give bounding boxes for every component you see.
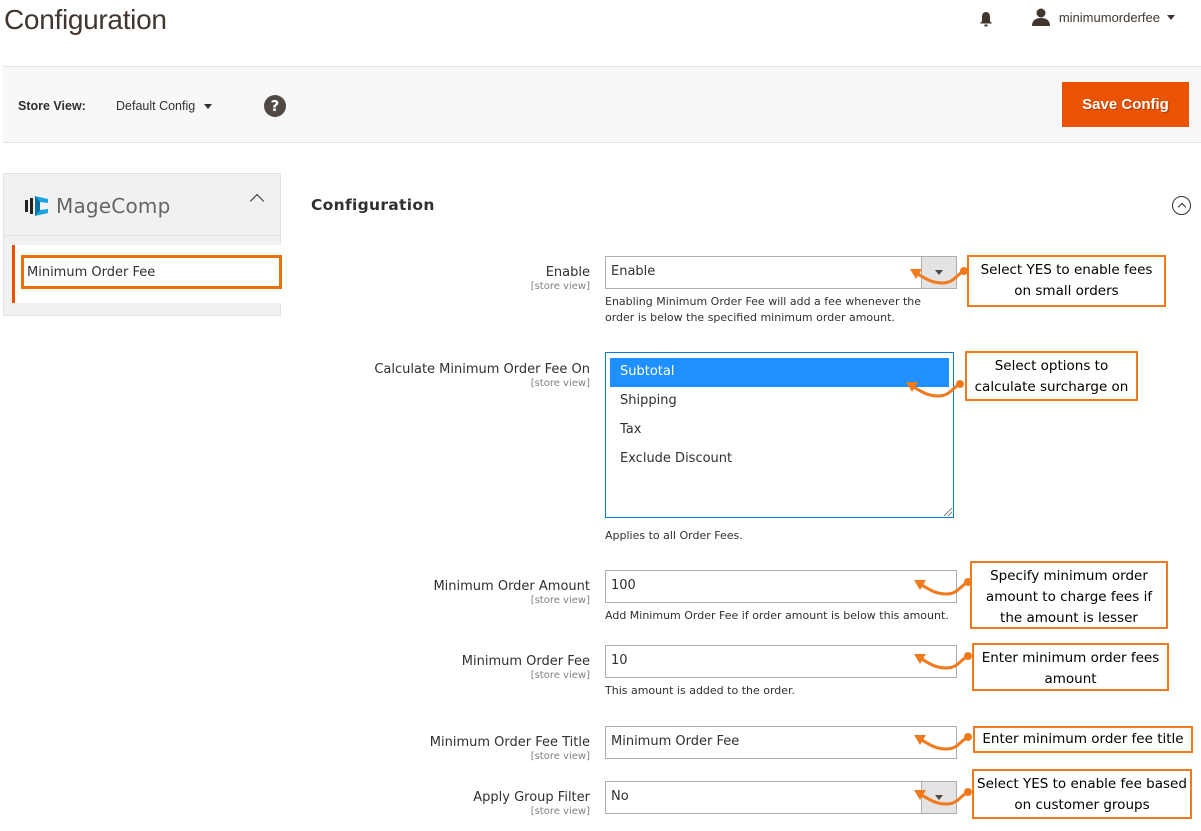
help-icon[interactable]: ? xyxy=(264,95,286,117)
minimum-order-amount-input[interactable]: 100 xyxy=(605,570,957,603)
input-value: 100 xyxy=(611,578,636,593)
user-menu-caret-icon[interactable] xyxy=(1167,14,1175,20)
annotation-line: Select YES to enable fee based xyxy=(977,776,1187,792)
scope-label: [store view] xyxy=(530,751,590,762)
fee-title-input[interactable]: Minimum Order Fee xyxy=(605,726,957,759)
annotation-arrow-icon xyxy=(914,578,972,596)
annotation-line: Select YES to enable fees xyxy=(980,262,1153,278)
annotation-fee-title: Enter minimum order fee title xyxy=(973,726,1193,753)
page-title: Configuration xyxy=(4,4,167,35)
field-label: Enable xyxy=(545,265,590,280)
scope-label: [store view] xyxy=(530,281,590,292)
annotation-min-fee: Enter minimum order fees amount xyxy=(972,643,1169,691)
store-view-value: Default Config xyxy=(116,99,196,113)
chevron-down-icon xyxy=(204,103,213,109)
apply-group-filter-select[interactable]: No xyxy=(605,781,957,814)
field-label: Minimum Order Fee xyxy=(461,654,590,669)
annotation-arrow-icon xyxy=(910,267,968,285)
note-line: This amount is added to the order. xyxy=(605,684,796,697)
scope-label: [store view] xyxy=(530,595,590,606)
enable-select[interactable]: Enable xyxy=(605,256,957,289)
sidebar-item-minimum-order-fee[interactable]: Minimum Order Fee xyxy=(21,255,282,289)
magecomp-logo-icon xyxy=(25,196,48,216)
annotation-arrow-icon xyxy=(914,733,972,751)
field-label: Minimum Order Amount xyxy=(433,579,590,594)
option-shipping[interactable]: Shipping xyxy=(610,387,949,416)
note-line: order is below the specified minimum ord… xyxy=(605,311,895,324)
field-label: Calculate Minimum Order Fee On xyxy=(374,362,590,377)
scope-label: [store view] xyxy=(530,670,590,681)
annotation-arrow-icon xyxy=(914,652,972,670)
field-label: Apply Group Filter xyxy=(473,790,590,805)
annotation-line: Select options to xyxy=(994,358,1109,374)
minimum-order-amount-label: Minimum Order Amount [store view] xyxy=(433,579,590,606)
annotation-calculate-on: Select options to calculate surcharge on xyxy=(965,351,1138,401)
annotation-line: Enter minimum order fees xyxy=(981,650,1160,666)
minimum-order-fee-input[interactable]: 10 xyxy=(605,645,957,678)
annotation-line: on small orders xyxy=(1014,283,1119,299)
annotation-line: the amount is lesser xyxy=(1000,610,1138,626)
input-value: Minimum Order Fee xyxy=(611,734,740,749)
annotation-min-amount: Specify minimum order amount to charge f… xyxy=(970,561,1168,629)
option-exclude-discount[interactable]: Exclude Discount xyxy=(610,445,949,474)
annotation-line: Specify minimum order xyxy=(990,568,1148,584)
enable-select-value: Enable xyxy=(611,264,656,279)
magecomp-logo: MageComp xyxy=(24,194,171,218)
user-icon xyxy=(1031,8,1050,26)
store-switcher-toolbar: Store View: Default Config ? Save Config xyxy=(3,66,1201,143)
option-subtotal[interactable]: Subtotal xyxy=(610,358,949,387)
resize-handle[interactable] xyxy=(944,508,952,516)
select-value: No xyxy=(611,789,629,804)
sidebar-active-marker: Minimum Order Fee xyxy=(12,245,282,303)
admin-username[interactable]: minimumorderfee xyxy=(1059,10,1160,25)
annotation-line: calculate surcharge on xyxy=(974,379,1129,395)
input-value: 10 xyxy=(611,653,628,668)
enable-label: Enable [store view] xyxy=(531,265,590,292)
store-view-label: Store View: xyxy=(18,99,86,113)
annotation-enable: Select YES to enable fees on small order… xyxy=(967,255,1166,307)
option-tax[interactable]: Tax xyxy=(610,416,949,445)
store-view-dropdown[interactable]: Default Config xyxy=(116,99,213,113)
minimum-order-fee-note: This amount is added to the order. xyxy=(605,683,795,699)
apply-group-filter-label: Apply Group Filter [store view] xyxy=(473,790,590,817)
minimum-order-fee-label: Minimum Order Fee [store view] xyxy=(462,654,590,681)
annotation-line: amount to charge fees if xyxy=(985,589,1153,605)
annotation-arrow-icon xyxy=(906,380,964,398)
annotation-line: on customer groups xyxy=(1014,797,1150,813)
note-line: Applies to all Order Fees. xyxy=(605,529,743,542)
note-line: Enabling Minimum Order Fee will add a fe… xyxy=(605,295,922,308)
note-line: Add Minimum Order Fee if order amount is… xyxy=(605,609,949,622)
bell-icon[interactable] xyxy=(979,11,993,27)
config-sidebar: MageComp Minimum Order Fee xyxy=(3,173,282,316)
collapse-section-icon[interactable] xyxy=(1172,196,1191,215)
calculate-on-note: Applies to all Order Fees. xyxy=(605,528,743,544)
save-config-button[interactable]: Save Config xyxy=(1062,82,1189,127)
annotation-line: Enter minimum order fee title xyxy=(982,731,1184,747)
brand-name: MageComp xyxy=(56,194,171,218)
chevron-up-icon[interactable] xyxy=(249,193,265,209)
annotation-group-filter: Select YES to enable fee based on custom… xyxy=(972,769,1192,819)
fee-title-label: Minimum Order Fee Title [store view] xyxy=(430,735,590,762)
field-label: Minimum Order Fee Title xyxy=(429,735,590,750)
sidebar-group-header[interactable]: MageComp xyxy=(4,174,280,236)
admin-user-actions: minimumorderfee xyxy=(979,8,1175,27)
annotation-line: amount xyxy=(1044,671,1097,687)
scope-label: [store view] xyxy=(530,806,590,817)
section-title[interactable]: Configuration xyxy=(311,196,435,214)
scope-label: [store view] xyxy=(530,378,590,389)
calculate-on-label: Calculate Minimum Order Fee On [store vi… xyxy=(374,362,590,389)
enable-note: Enabling Minimum Order Fee will add a fe… xyxy=(605,294,921,326)
annotation-arrow-icon xyxy=(914,788,972,806)
minimum-order-amount-note: Add Minimum Order Fee if order amount is… xyxy=(605,608,949,624)
